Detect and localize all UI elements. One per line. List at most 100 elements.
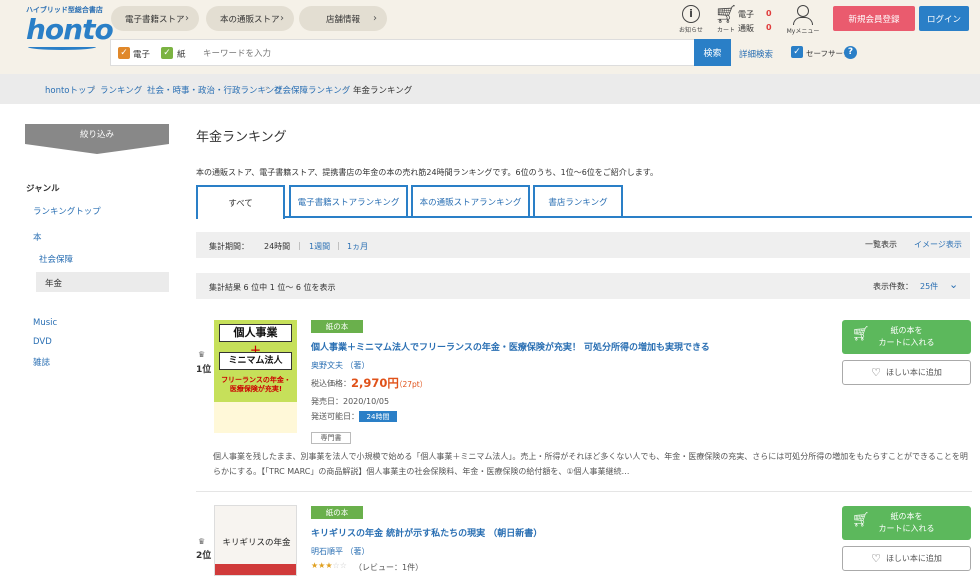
price-label: 税込価格： [311, 379, 351, 388]
period-24h: 24時間 [264, 242, 291, 251]
safe-search-checkbox[interactable]: ✓ [791, 46, 803, 58]
cart-ebook-label: 電子 [738, 10, 754, 19]
filter-arrow [25, 144, 169, 154]
checkbox-ebook[interactable]: ✓ [118, 47, 130, 59]
info-icon: i [682, 5, 700, 23]
cart-paper-count: 0 [766, 23, 772, 32]
crown-icon: ♛ [198, 350, 206, 359]
user-icon [797, 5, 809, 17]
result-summary: 集計結果 6 位中 1 位～ 6 位を表示 [209, 283, 336, 292]
ship-badge: 24時間 [359, 411, 397, 422]
book-title-link[interactable]: 個人事業＋ミニマム法人でフリーランスの年金・医療保険が充実！ 可処分所得の増加も… [311, 340, 710, 353]
chevron-down-icon[interactable]: ⌄ [949, 278, 958, 291]
add-to-cart-label: 紙の本を カートに入れる [878, 512, 935, 533]
checkbox-paper[interactable]: ✓ [161, 47, 173, 59]
page-title: 年金ランキング [196, 130, 287, 145]
checkbox-ebook-label: 電子 [133, 50, 151, 60]
cart-ebook-count: 0 [766, 9, 772, 18]
cover-title: キリギリスの年金 [222, 538, 291, 548]
category-chip: 専門書 [311, 432, 351, 444]
add-to-cart-button[interactable]: 🛒︎ 紙の本を カートに入れる [842, 506, 971, 540]
period-separator: | [337, 241, 340, 250]
chevron-right-icon: › [185, 13, 189, 24]
search-button[interactable]: 検索 [694, 39, 731, 66]
review-count[interactable]: （レビュー：1件） [354, 562, 423, 573]
period-label: 集計期間： [209, 242, 249, 251]
book-synopsis: 個人事業を残したまま、別事業を法人で小規模で始める「個人事業＋ミニマム法人」。売… [213, 452, 968, 476]
user-icon-body [793, 17, 813, 25]
author-link[interactable]: 奥野文夫 （著） [311, 360, 370, 371]
breadcrumb-social[interactable]: 社会・時事・政治・行政ランキング [147, 84, 283, 96]
filter-toggle[interactable]: 絞り込み [25, 124, 169, 144]
book-cover[interactable]: キリギリスの年金 [214, 505, 297, 576]
help-icon[interactable]: ? [844, 46, 857, 59]
notice-label: お知らせ [679, 27, 703, 34]
rank-label: 2位 [196, 551, 212, 561]
cart-icon: 🛒︎ [852, 512, 870, 528]
sidebar-item-music[interactable]: Music [33, 318, 57, 328]
add-to-cart-button[interactable]: 🛒︎ 紙の本を カートに入れる [842, 320, 971, 354]
wishlist-button[interactable]: ♡ ほしい本に追加 [842, 546, 971, 571]
checkbox-paper-label: 紙 [177, 50, 186, 60]
nav-store-label: 店舗情報 [326, 14, 361, 25]
cover-band [214, 402, 297, 433]
breadcrumb-separator: › [344, 84, 348, 94]
tab-store-ranking[interactable]: 書店ランキング [533, 185, 623, 217]
wishlist-label: ほしい本に追加 [885, 554, 942, 563]
sidebar-item-ranking-top[interactable]: ランキングトップ [33, 205, 101, 217]
release-date: 発売日：2020/10/05 [311, 397, 390, 406]
view-list[interactable]: 一覧表示 [865, 239, 897, 250]
breadcrumb-separator: › [265, 84, 269, 94]
advanced-search-link[interactable]: 詳細検索 [739, 48, 773, 60]
format-badge: 紙の本 [311, 320, 363, 333]
per-page-select[interactable]: 25件 [920, 281, 938, 292]
per-page-label: 表示件数： [873, 282, 913, 291]
nav-paper-store[interactable]: 本の通販ストア › [206, 6, 294, 31]
period-1month[interactable]: 1ヵ月 [347, 241, 368, 252]
book-cover[interactable]: 個人事業 ＋ ミニマム法人 フリーランスの年金・医療保険が充実! [214, 320, 297, 433]
format-badge: 紙の本 [311, 506, 363, 519]
nav-ebook-store[interactable]: 電子書籍ストア › [111, 6, 199, 31]
cover-subtitle: フリーランスの年金・医療保険が充実! [221, 376, 291, 393]
view-image[interactable]: イメージ表示 [914, 239, 962, 250]
item-divider [196, 491, 972, 492]
price-value: 2,970円 [351, 376, 399, 390]
sidebar-item-dvd[interactable]: DVD [33, 337, 52, 347]
nav-store-info[interactable]: 店舗情報 › [299, 6, 387, 31]
mymenu-button[interactable]: Myメニュー [786, 5, 820, 35]
breadcrumb-social-security[interactable]: 社会保障ランキング [274, 84, 350, 96]
period-separator: | [298, 241, 301, 250]
tab-ebook-ranking[interactable]: 電子書籍ストアランキング [289, 185, 408, 217]
breadcrumb-separator: › [92, 84, 96, 94]
login-button[interactable]: ログイン [919, 6, 969, 31]
tab-underline [196, 216, 972, 218]
genre-heading: ジャンル [26, 184, 60, 194]
sidebar-item-magazine[interactable]: 雑誌 [33, 356, 50, 368]
period-1week[interactable]: 1週間 [309, 241, 330, 252]
author-link[interactable]: 明石順平 （著） [311, 546, 370, 557]
site-logo[interactable]: honto [26, 13, 114, 46]
chevron-right-icon: › [280, 13, 284, 24]
search-bar: ✓ 電子 ✓ 紙 検索 [110, 39, 731, 66]
tab-all[interactable]: すべて [196, 185, 285, 219]
points-value: （27pt） [395, 380, 428, 389]
sidebar-item-pension: 年金 [45, 279, 63, 289]
logo-swoosh [28, 44, 96, 50]
heart-icon: ♡ [871, 552, 881, 565]
notice-button[interactable]: i お知らせ [678, 5, 704, 34]
breadcrumb-ranking[interactable]: ランキング [100, 84, 142, 96]
sidebar-item-social-security[interactable]: 社会保障 [39, 253, 73, 265]
book-title-link[interactable]: キリギリスの年金 統計が示す私たちの現実 （朝日新書） [311, 526, 542, 539]
rating-stars-icon: ★★★☆☆ [311, 561, 347, 570]
cover-title-1: 個人事業 [219, 324, 292, 342]
cart-button[interactable]: 🛒︎ カート [714, 5, 738, 35]
register-button[interactable]: 新規会員登録 [833, 6, 915, 31]
wishlist-button[interactable]: ♡ ほしい本に追加 [842, 360, 971, 385]
breadcrumb-home[interactable]: hontoトップ [45, 84, 95, 96]
page-description: 本の通販ストア、電子書籍ストア、提携書店の年金の本の売れ筋24時間ランキングです… [196, 168, 659, 177]
rating-empty-stars: ☆☆ [332, 561, 347, 570]
mymenu-label: Myメニュー [786, 28, 820, 35]
tab-paper-ranking[interactable]: 本の通販ストアランキング [411, 185, 530, 217]
sidebar-item-book[interactable]: 本 [33, 231, 42, 243]
search-input[interactable] [203, 42, 693, 63]
